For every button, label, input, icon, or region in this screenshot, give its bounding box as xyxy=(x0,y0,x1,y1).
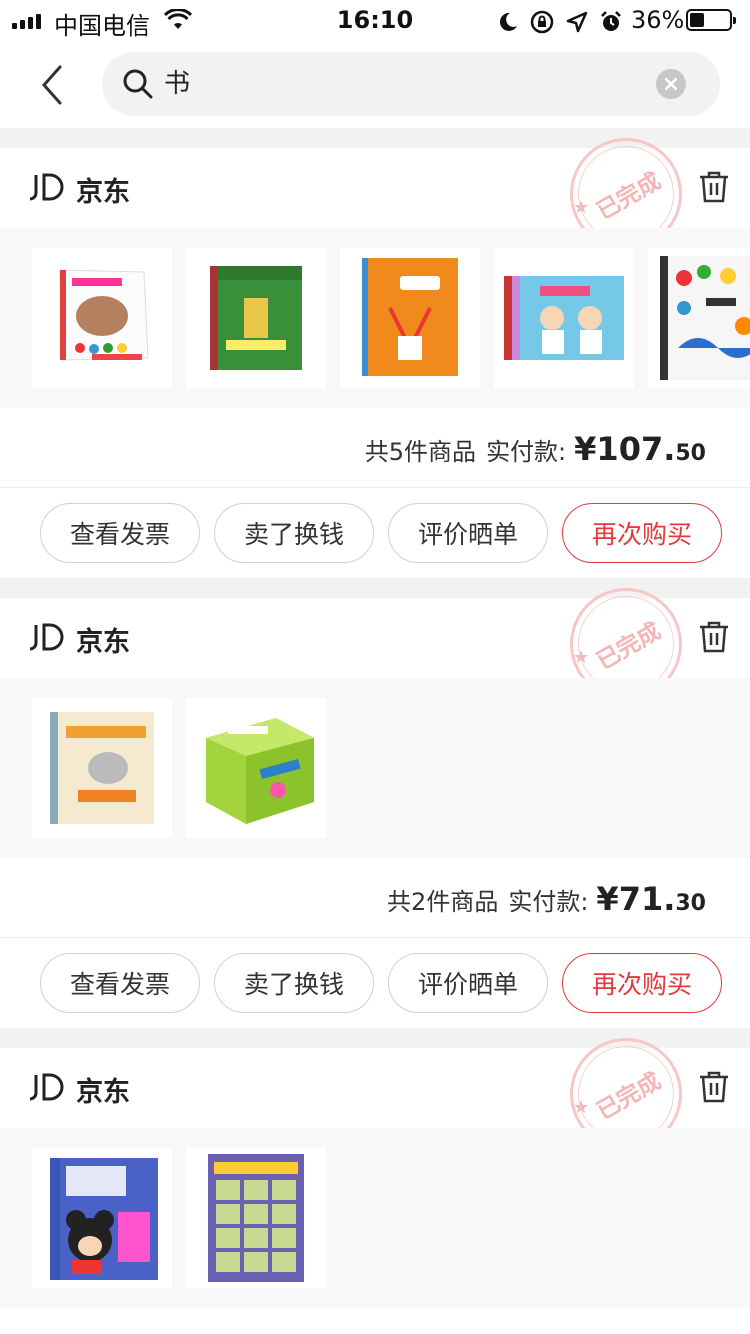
delete-order-button[interactable] xyxy=(698,1070,730,1108)
jd-logo-icon xyxy=(30,623,66,651)
moon-icon xyxy=(498,11,518,37)
stamp-label: 已完成 xyxy=(592,1068,666,1126)
shop-name[interactable]: 京东 xyxy=(76,1070,130,1109)
trash-icon xyxy=(700,171,728,203)
order-header: 京东 已完成 ★ xyxy=(0,588,750,700)
order-header: 京东 已完成 ★ xyxy=(0,1038,750,1150)
order-card: 京东 已完成 ★ xyxy=(0,1038,750,1334)
resell-button[interactable]: 卖了换钱 xyxy=(214,953,374,1013)
star-icon: ★ xyxy=(573,647,590,668)
shop-name[interactable]: 京东 xyxy=(76,170,130,209)
view-invoice-button[interactable]: 查看发票 xyxy=(40,953,200,1013)
stamp-label: 已完成 xyxy=(592,168,666,226)
back-button[interactable] xyxy=(30,60,74,110)
search-icon xyxy=(122,68,154,104)
star-icon: ★ xyxy=(573,197,590,218)
product-thumbnail[interactable] xyxy=(32,698,172,838)
paid-amount-cents: 30 xyxy=(675,891,706,916)
buy-again-button[interactable]: 再次购买 xyxy=(562,503,722,563)
alarm-icon xyxy=(600,11,622,37)
status-bar: 中国电信 16:10 36% xyxy=(0,0,750,42)
product-thumbnail[interactable] xyxy=(340,248,480,388)
order-actions: 查看发票 卖了换钱 评价晒单 再次购买 xyxy=(0,488,750,578)
order-actions: 查看发票 卖了换钱 评价晒单 再次购买 xyxy=(0,938,750,1028)
resell-button[interactable]: 卖了换钱 xyxy=(214,503,374,563)
paid-label: 实付款: xyxy=(508,888,589,916)
star-icon: ★ xyxy=(573,1097,590,1118)
item-count: 共5件商品 xyxy=(364,438,477,466)
chevron-left-icon xyxy=(41,65,62,105)
order-summary: 共2件商品 实付款: ¥71. 30 xyxy=(0,858,750,938)
close-icon xyxy=(664,77,678,91)
location-icon xyxy=(566,11,588,37)
review-button[interactable]: 评价晒单 xyxy=(388,503,548,563)
product-thumbnail[interactable] xyxy=(494,248,634,388)
product-thumbnail[interactable] xyxy=(186,1148,326,1288)
product-thumbnails[interactable] xyxy=(0,678,750,858)
delete-order-button[interactable] xyxy=(698,620,730,658)
item-count: 共2件商品 xyxy=(387,888,499,916)
jd-logo-icon xyxy=(30,173,66,201)
stamp-label: 已完成 xyxy=(592,618,666,676)
shop-name[interactable]: 京东 xyxy=(76,620,130,659)
product-thumbnail[interactable] xyxy=(32,248,172,388)
battery-percent: 36% xyxy=(631,6,685,34)
product-thumbnail[interactable] xyxy=(186,698,326,838)
order-header: 京东 已完成 ★ xyxy=(0,138,750,250)
review-button[interactable]: 评价晒单 xyxy=(388,953,548,1013)
trash-icon xyxy=(700,621,728,653)
product-thumbnails[interactable] xyxy=(0,228,750,408)
battery-icon xyxy=(686,9,736,31)
product-thumbnail[interactable] xyxy=(32,1148,172,1288)
search-input[interactable] xyxy=(164,66,634,96)
trash-icon xyxy=(700,1071,728,1103)
paid-amount: ¥71. xyxy=(596,880,676,918)
buy-again-button[interactable]: 再次购买 xyxy=(562,953,722,1013)
search-header xyxy=(0,42,750,128)
rotation-lock-icon xyxy=(530,10,554,38)
clear-search-button[interactable] xyxy=(656,69,686,99)
paid-amount: ¥107. xyxy=(574,430,676,468)
paid-label: 实付款: xyxy=(486,438,567,466)
paid-amount-cents: 50 xyxy=(675,441,706,466)
product-thumbnail[interactable] xyxy=(648,248,750,388)
product-thumbnails[interactable] xyxy=(0,1128,750,1308)
jd-logo-icon xyxy=(30,1073,66,1101)
search-bar[interactable] xyxy=(102,52,720,116)
delete-order-button[interactable] xyxy=(698,170,730,208)
order-card: 京东 已完成 ★ 共5件商品 实付款: ¥107. 50 查看发票 卖了换钱 评… xyxy=(0,138,750,578)
product-thumbnail[interactable] xyxy=(186,248,326,388)
view-invoice-button[interactable]: 查看发票 xyxy=(40,503,200,563)
order-card: 京东 已完成 ★ 共2件商品 实付款: ¥71. 30 查看发票 卖了换钱 评价晒… xyxy=(0,588,750,1028)
order-summary: 共5件商品 实付款: ¥107. 50 xyxy=(0,408,750,488)
